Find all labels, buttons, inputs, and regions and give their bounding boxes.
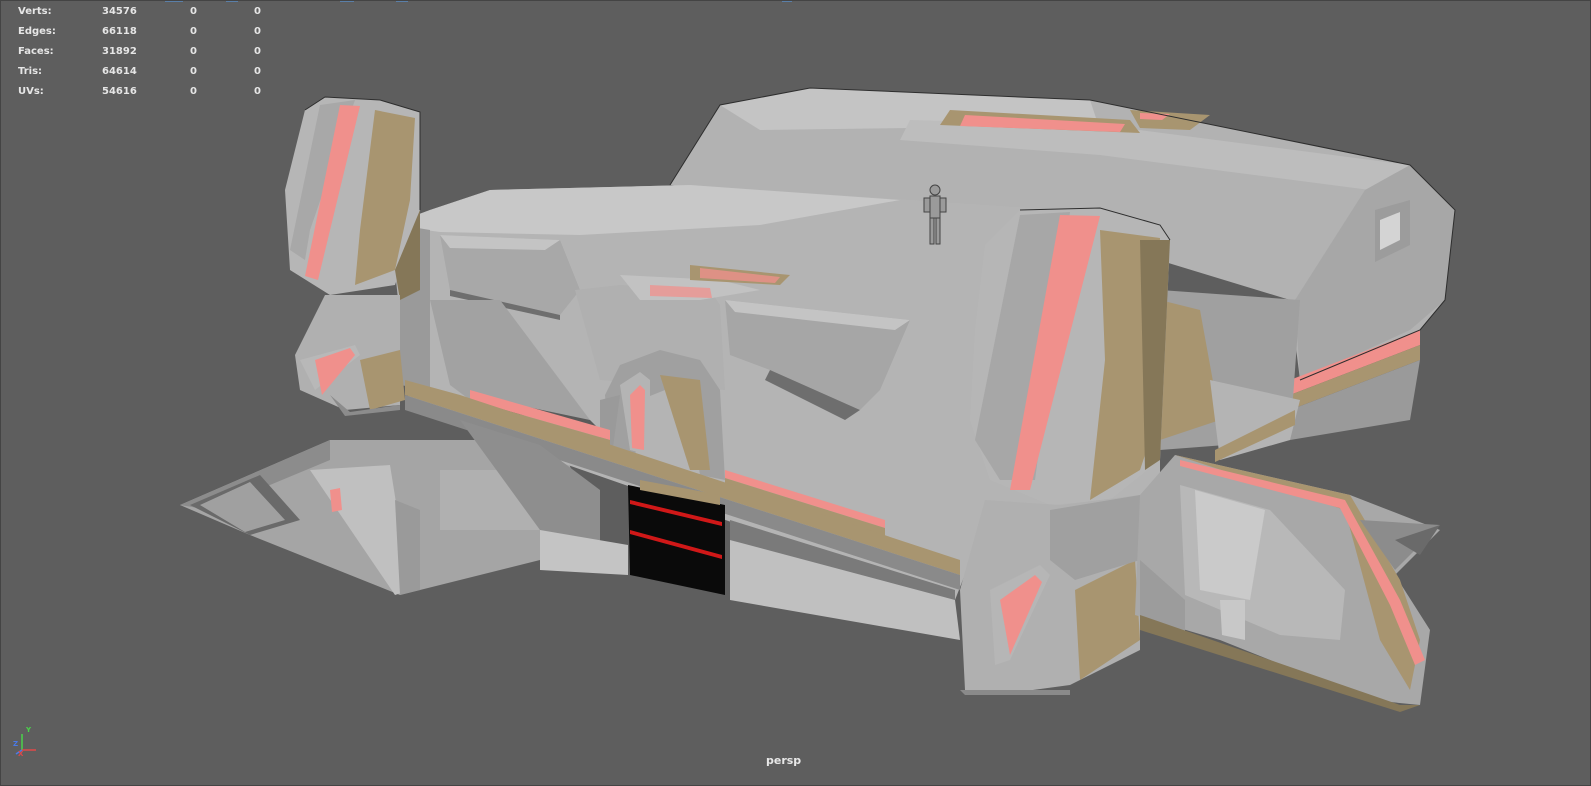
poly-count-hud: Verts: 34576 0 0 Edges: 66118 0 0 Faces:…	[18, 2, 278, 102]
hud-label: Tris:	[18, 66, 43, 77]
hud-total-value: 34576	[102, 6, 137, 17]
hud-row-verts: Verts: 34576 0 0	[18, 2, 278, 22]
hud-selected-value: 0	[190, 26, 197, 37]
left-tower	[285, 97, 420, 416]
axis-x-label: X	[18, 750, 24, 758]
hud-total-value: 54616	[102, 86, 137, 97]
hud-total-value: 31892	[102, 46, 137, 57]
hud-row-tris: Tris: 64614 0 0	[18, 62, 278, 82]
hud-label: UVs:	[18, 86, 44, 97]
hud-row-faces: Faces: 31892 0 0	[18, 42, 278, 62]
hud-row-uvs: UVs: 54616 0 0	[18, 82, 278, 102]
right-tower	[960, 208, 1170, 695]
hud-component-value: 0	[254, 86, 261, 97]
hud-total-value: 64614	[102, 66, 137, 77]
hud-label: Edges:	[18, 26, 56, 37]
scene-model-render[interactable]	[0, 0, 1591, 786]
hud-component-value: 0	[254, 26, 261, 37]
hud-selected-value: 0	[190, 86, 197, 97]
hud-component-value: 0	[254, 66, 261, 77]
camera-name-label: persp	[766, 754, 802, 767]
hud-total-value: 66118	[102, 26, 137, 37]
perspective-viewport[interactable]: Verts: 34576 0 0 Edges: 66118 0 0 Faces:…	[0, 0, 1591, 786]
hud-label: Verts:	[18, 6, 52, 17]
hud-label: Faces:	[18, 46, 54, 57]
hud-selected-value: 0	[190, 46, 197, 57]
right-side-wall	[1160, 290, 1300, 462]
axis-y-label: Y	[26, 726, 32, 734]
hud-component-value: 0	[254, 6, 261, 17]
right-ramp-wing	[1135, 455, 1440, 712]
hud-component-value: 0	[254, 46, 261, 57]
hud-selected-value: 0	[190, 66, 197, 77]
axis-z-label: Z	[13, 740, 19, 748]
hud-row-edges: Edges: 66118 0 0	[18, 22, 278, 42]
hud-selected-value: 0	[190, 6, 197, 17]
view-axis-gizmo: Y Z X	[12, 722, 52, 762]
